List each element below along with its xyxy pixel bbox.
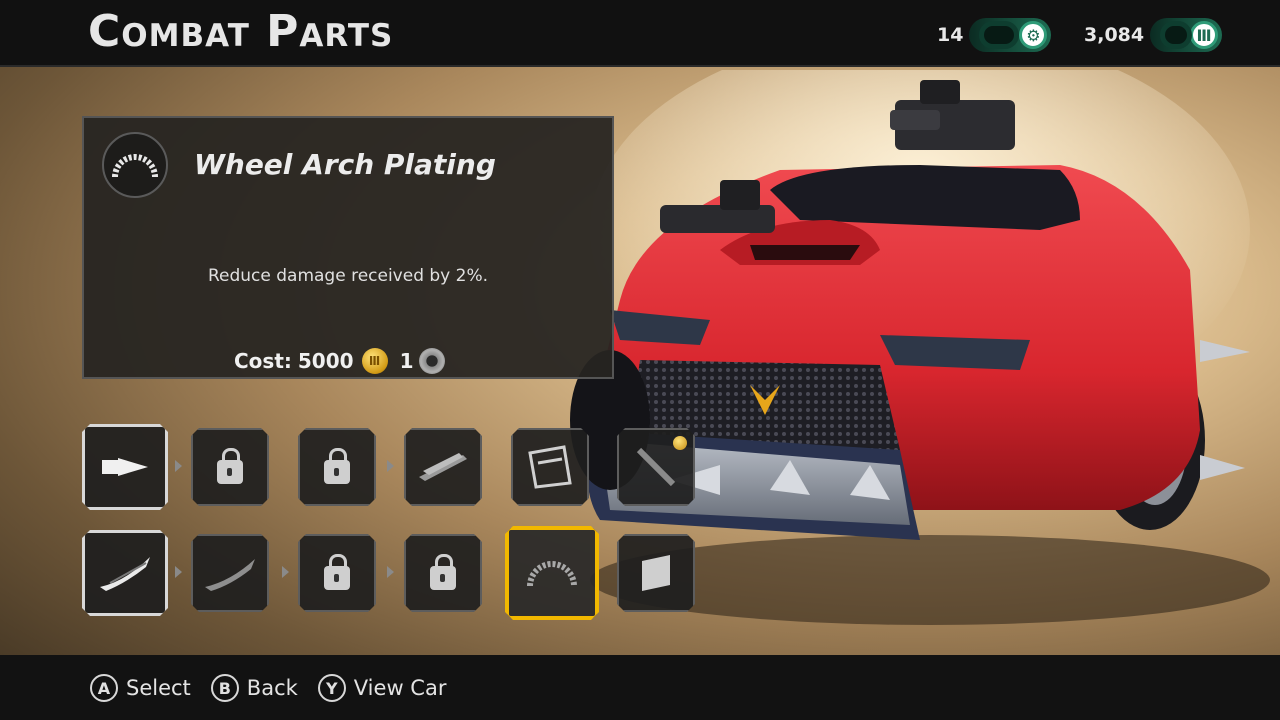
part-slot-locked[interactable] bbox=[191, 428, 269, 506]
gears-count: 14 bbox=[937, 24, 964, 46]
part-slot-locked[interactable] bbox=[298, 428, 376, 506]
lock-icon bbox=[324, 460, 350, 484]
back-label: Back bbox=[246, 676, 298, 700]
armor-plate-icon bbox=[634, 551, 678, 595]
part-slot-wing-blades[interactable] bbox=[82, 530, 168, 616]
part-cost: Cost: 5000 Ⅲ 1 bbox=[234, 348, 446, 374]
part-slot-blade-plates[interactable] bbox=[404, 428, 482, 506]
spiked-wing-icon bbox=[201, 553, 259, 593]
cage-frame-icon bbox=[524, 443, 576, 491]
coin-badge-icon bbox=[673, 436, 687, 450]
chevron-right-icon bbox=[387, 460, 394, 472]
coins-count: 3,084 bbox=[1084, 24, 1145, 46]
part-slot-locked[interactable] bbox=[404, 534, 482, 612]
part-slot-drill-ram[interactable] bbox=[82, 424, 168, 510]
chevron-right-icon bbox=[175, 460, 182, 472]
part-slot-locked[interactable] bbox=[298, 534, 376, 612]
part-description: Reduce damage received by 2%. bbox=[207, 266, 489, 286]
back-prompt[interactable]: B Back bbox=[210, 674, 298, 702]
lock-icon bbox=[324, 566, 350, 590]
chevron-right-icon bbox=[175, 566, 182, 578]
wheel-arch-icon bbox=[102, 132, 168, 198]
wheel-arch-icon bbox=[526, 558, 578, 588]
lock-icon bbox=[430, 566, 456, 590]
cannon-part-icon bbox=[631, 442, 681, 492]
bottom-bar: A Select B Back Y View Car bbox=[0, 655, 1280, 720]
view-car-label: View Car bbox=[353, 676, 447, 700]
cost-coins: 5000 bbox=[297, 349, 354, 373]
part-name: Wheel Arch Plating bbox=[194, 148, 496, 181]
gears-currency: 14 ⚙ bbox=[937, 18, 1052, 52]
cost-gears: 1 bbox=[399, 349, 414, 373]
wing-blades-icon bbox=[96, 553, 154, 593]
part-slot-cage-frame[interactable] bbox=[511, 428, 589, 506]
drill-icon bbox=[100, 452, 150, 482]
button-prompts: A Select B Back Y View Car bbox=[90, 674, 466, 702]
select-prompt[interactable]: A Select bbox=[90, 674, 191, 702]
page-title: Combat Parts bbox=[88, 6, 394, 57]
a-button-icon: A bbox=[90, 674, 118, 702]
part-slot-armor-plate[interactable] bbox=[617, 534, 695, 612]
y-button-icon: Y bbox=[317, 674, 346, 702]
part-info-panel: Wheel Arch Plating Reduce damage receive… bbox=[82, 116, 614, 379]
lock-icon bbox=[217, 460, 243, 484]
chevron-right-icon bbox=[387, 566, 394, 578]
blade-plates-icon bbox=[415, 449, 471, 485]
chevron-right-icon bbox=[282, 566, 289, 578]
gear-icon: ⚙ bbox=[969, 18, 1052, 52]
coin-icon: Ⅲ bbox=[1150, 18, 1223, 52]
select-label: Select bbox=[126, 676, 191, 700]
part-slot-wheel-arch-plating[interactable] bbox=[505, 526, 599, 620]
top-bar: Combat Parts 14 ⚙ 3,084 Ⅲ bbox=[0, 0, 1280, 67]
gear-icon bbox=[419, 348, 446, 374]
b-button-icon: B bbox=[210, 674, 239, 702]
cost-label: Cost: bbox=[234, 349, 292, 373]
view-car-prompt[interactable]: Y View Car bbox=[317, 674, 447, 702]
part-slot-spiked-wing[interactable] bbox=[191, 534, 269, 612]
coin-icon: Ⅲ bbox=[361, 348, 388, 374]
part-slot-cannon[interactable] bbox=[617, 428, 695, 506]
coins-currency: 3,084 Ⅲ bbox=[1084, 18, 1223, 52]
